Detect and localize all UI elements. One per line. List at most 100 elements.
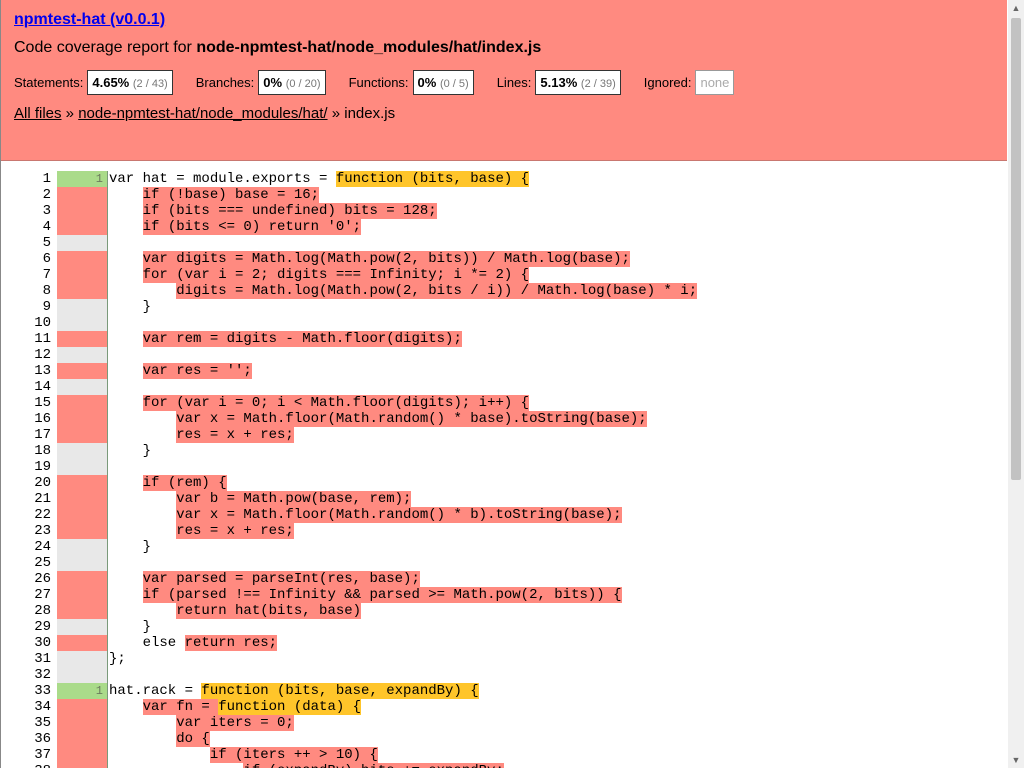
stat-label: Branches: bbox=[195, 75, 255, 90]
uncovered-statement: var fn = bbox=[142, 699, 219, 715]
uncovered-statement: if (bits <= 0) return '0'; bbox=[142, 219, 362, 235]
code-text: if (bits === undefined) bits = 128; bbox=[109, 203, 437, 219]
line-number: 26 bbox=[34, 571, 51, 587]
code-line: 15 for (var i = 0; i < Math.floor(digits… bbox=[1, 395, 1007, 411]
code-text: }; bbox=[109, 651, 126, 667]
code-line: 5 bbox=[1, 235, 1007, 251]
code-line: 13 var res = ''; bbox=[1, 363, 1007, 379]
stat-label: Functions: bbox=[348, 75, 409, 90]
coverage-hit-count bbox=[57, 571, 107, 587]
gutter-divider bbox=[107, 411, 108, 427]
code-line: 21 var b = Math.pow(base, rem); bbox=[1, 491, 1007, 507]
code-text: } bbox=[109, 443, 151, 459]
code-line: 30 else return res; bbox=[1, 635, 1007, 651]
coverage-hit-count bbox=[57, 715, 107, 731]
gutter-divider bbox=[107, 283, 108, 299]
stat-percent: 0% bbox=[263, 75, 283, 90]
code-line: 19 bbox=[1, 459, 1007, 475]
code-line: 38 if (expandBy) bits += expandBy; bbox=[1, 763, 1007, 768]
code-text: var x = Math.floor(Math.random() * base)… bbox=[109, 411, 647, 427]
code-line: 7 for (var i = 2; digits === Infinity; i… bbox=[1, 267, 1007, 283]
code-text: if (parsed !== Infinity && parsed >= Mat… bbox=[109, 587, 622, 603]
gutter-divider bbox=[107, 171, 108, 187]
code-text: hat.rack = function (bits, base, expandB… bbox=[109, 683, 479, 699]
line-number: 37 bbox=[34, 747, 51, 763]
line-number: 28 bbox=[34, 603, 51, 619]
line-number: 13 bbox=[34, 363, 51, 379]
stat-value-box: 0% (0 / 20) bbox=[258, 70, 326, 95]
gutter-divider bbox=[107, 443, 108, 459]
breadcrumb-separator: » bbox=[61, 105, 79, 122]
coverage-hit-count bbox=[57, 763, 107, 768]
code-line: 37 if (iters ++ > 10) { bbox=[1, 747, 1007, 763]
breadcrumb-dir-link[interactable]: node-npmtest-hat/node_modules/hat/ bbox=[78, 105, 327, 122]
code-line: 10 bbox=[1, 315, 1007, 331]
code-text: var b = Math.pow(base, rem); bbox=[109, 491, 412, 507]
line-number: 12 bbox=[34, 347, 51, 363]
gutter-divider bbox=[107, 459, 108, 475]
gutter-divider bbox=[107, 587, 108, 603]
code-line: 28 return hat(bits, base) bbox=[1, 603, 1007, 619]
line-number: 18 bbox=[34, 443, 51, 459]
code-line: 14 bbox=[1, 379, 1007, 395]
uncovered-statement: res = x + res; bbox=[176, 523, 294, 539]
stat-value-box: 4.65% (2 / 43) bbox=[87, 70, 173, 95]
uncovered-statement: for (var i = 0; i < Math.floor(digits); … bbox=[142, 395, 530, 411]
coverage-hit-count bbox=[57, 603, 107, 619]
code-segment: hat.rack = bbox=[109, 683, 202, 699]
gutter-divider bbox=[107, 347, 108, 363]
scroll-up-arrow-icon[interactable]: ▲ bbox=[1008, 0, 1024, 16]
coverage-hit-count bbox=[57, 203, 107, 219]
coverage-header: npmtest-hat (v0.0.1) Code coverage repor… bbox=[1, 0, 1007, 161]
coverage-hit-count bbox=[57, 523, 107, 539]
breadcrumb-all-files-link[interactable]: All files bbox=[14, 105, 62, 122]
code-text: var parsed = parseInt(res, base); bbox=[109, 571, 420, 587]
coverage-hit-count bbox=[57, 491, 107, 507]
coverage-hit-count bbox=[57, 507, 107, 523]
gutter-divider bbox=[107, 715, 108, 731]
code-line: 17 res = x + res; bbox=[1, 427, 1007, 443]
code-line: 34 var fn = function (data) { bbox=[1, 699, 1007, 715]
line-number: 6 bbox=[42, 251, 51, 267]
uncovered-statement: return res; bbox=[184, 635, 278, 651]
code-line: 3 if (bits === undefined) bits = 128; bbox=[1, 203, 1007, 219]
breadcrumb: All files » node-npmtest-hat/node_module… bbox=[14, 105, 395, 122]
subtitle-prefix: Code coverage report for bbox=[14, 39, 197, 56]
code-text: var hat = module.exports = function (bit… bbox=[109, 171, 530, 187]
code-text: res = x + res; bbox=[109, 427, 294, 443]
subtitle-file-path: node-npmtest-hat/node_modules/hat/index.… bbox=[196, 39, 542, 56]
line-number: 2 bbox=[42, 187, 51, 203]
coverage-hit-count bbox=[57, 619, 107, 635]
coverage-hit-count bbox=[57, 651, 107, 667]
vertical-scrollbar[interactable]: ▲ ▼ bbox=[1008, 0, 1024, 768]
line-number: 8 bbox=[42, 283, 51, 299]
line-number: 5 bbox=[42, 235, 51, 251]
line-number: 11 bbox=[34, 331, 51, 347]
scroll-thumb[interactable] bbox=[1011, 18, 1021, 480]
uncovered-statement: if (expandBy) bits += expandBy; bbox=[243, 763, 504, 768]
coverage-hit-count bbox=[57, 667, 107, 683]
coverage-stats: Statements: 4.65% (2 / 43) Branches: 0% … bbox=[14, 70, 757, 95]
code-text: } bbox=[109, 299, 151, 315]
stat-value-box: 5.13% (2 / 39) bbox=[535, 70, 621, 95]
gutter-divider bbox=[107, 187, 108, 203]
stat-fraction: (2 / 39) bbox=[580, 78, 616, 90]
code-text: if (bits <= 0) return '0'; bbox=[109, 219, 362, 235]
uncovered-statement: var digits = Math.log(Math.pow(2, bits))… bbox=[142, 251, 630, 267]
ignored-value-box: none bbox=[695, 70, 735, 95]
project-title-link[interactable]: npmtest-hat (v0.0.1) bbox=[14, 11, 165, 29]
coverage-hit-count bbox=[57, 251, 107, 267]
gutter-divider bbox=[107, 315, 108, 331]
gutter-divider bbox=[107, 731, 108, 747]
coverage-hit-count bbox=[57, 187, 107, 203]
code-segment: } bbox=[109, 539, 152, 555]
code-line: 32 bbox=[1, 667, 1007, 683]
scroll-down-arrow-icon[interactable]: ▼ bbox=[1008, 752, 1024, 768]
line-number: 10 bbox=[34, 315, 51, 331]
